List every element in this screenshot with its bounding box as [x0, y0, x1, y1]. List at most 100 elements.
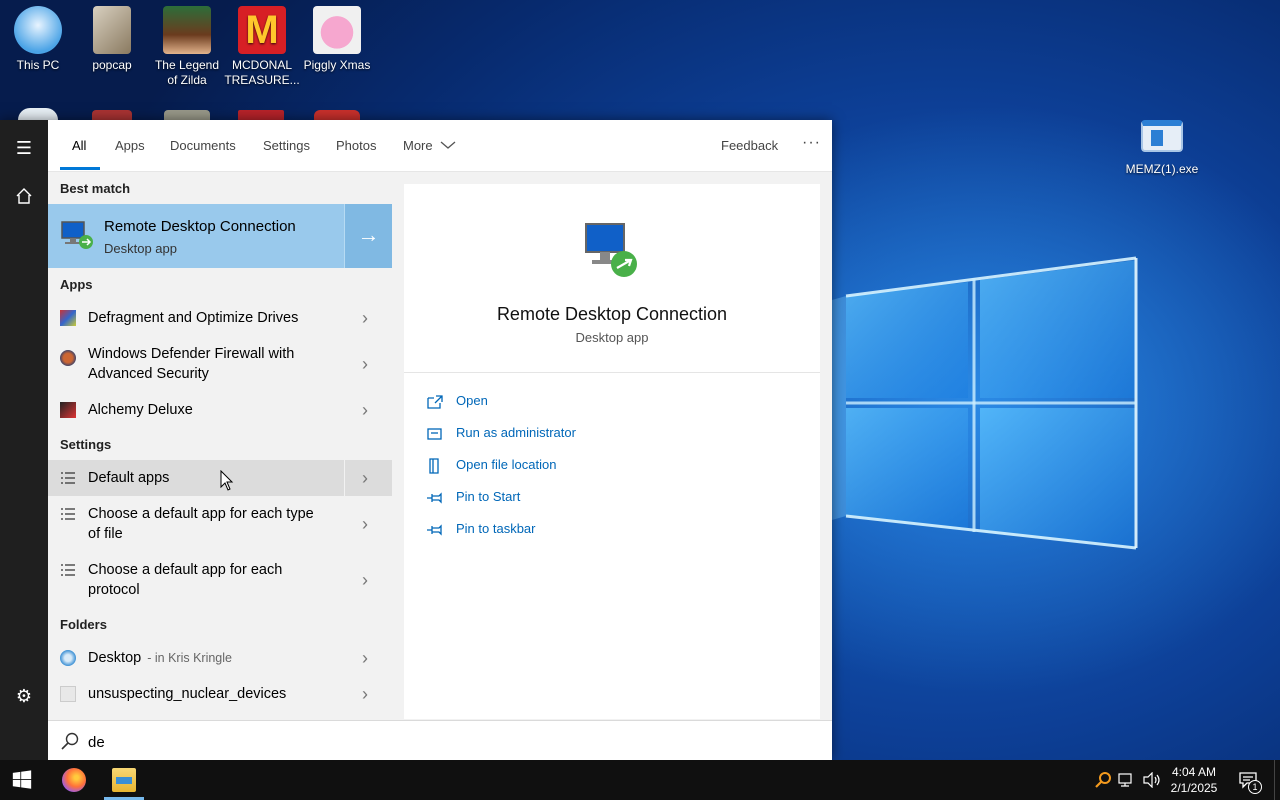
list-item-app[interactable]: Alchemy Deluxe ›	[48, 392, 392, 428]
open-icon	[427, 395, 443, 409]
file-explorer-icon[interactable]	[112, 768, 136, 792]
chevron-right-icon[interactable]: ›	[362, 570, 376, 590]
file-location-icon	[429, 458, 439, 474]
best-match-title: Remote Desktop Connection	[104, 218, 296, 235]
clock-date: 2/1/2025	[1170, 781, 1218, 795]
hamburger-menu-icon[interactable]: ☰	[12, 136, 36, 160]
remote-desktop-large-icon	[585, 223, 637, 277]
start-left-rail: ☰ ⚙	[0, 120, 48, 760]
list-settings-icon	[60, 506, 76, 522]
chevron-right-icon[interactable]: ›	[362, 684, 376, 704]
home-icon[interactable]	[12, 184, 36, 208]
popcap-folder-icon	[93, 6, 131, 54]
desktop-icon-popcap[interactable]: popcap	[74, 6, 150, 73]
search-input[interactable]	[88, 731, 688, 753]
search-tabs-bar: All Apps Documents Settings Photos More …	[48, 120, 832, 172]
section-best-match: Best match	[60, 181, 131, 196]
desktop-icon-partial	[238, 110, 284, 120]
mouse-pointer-icon	[220, 470, 234, 491]
best-match-subtitle: Desktop app	[104, 241, 177, 256]
desktop-icon-piggly-xmas[interactable]: Piggly Xmas	[299, 6, 375, 73]
taskbar: 4:04 AM 2/1/2025 1	[0, 760, 1280, 800]
this-pc-icon	[14, 6, 62, 54]
desktop-folder-icon	[60, 650, 76, 666]
more-options-icon[interactable]: ···	[802, 134, 821, 152]
list-item-app[interactable]: Windows Defender Firewall with Advanced …	[48, 338, 392, 392]
desktop-icon-label: Piggly Xmas	[303, 58, 371, 72]
open-arrow-icon[interactable]: →	[344, 204, 392, 268]
preview-subtitle: Desktop app	[575, 330, 649, 345]
chevron-down-icon	[440, 141, 456, 149]
section-apps: Apps	[60, 277, 93, 292]
network-icon[interactable]	[1118, 772, 1136, 788]
desktop-icon-this-pc[interactable]: This PC	[0, 6, 76, 73]
chevron-right-icon[interactable]: ›	[362, 468, 376, 488]
action-center-button[interactable]: 1	[1236, 768, 1262, 794]
tab-apps[interactable]: Apps	[115, 138, 145, 153]
search-box[interactable]	[48, 720, 832, 760]
action-label: Pin to taskbar	[456, 521, 536, 536]
remote-desktop-icon	[61, 221, 93, 249]
preview-pane: Remote Desktop Connection Desktop app Op…	[404, 184, 820, 719]
list-settings-icon	[60, 470, 76, 486]
best-match-item[interactable]: Remote Desktop Connection Desktop app →	[48, 204, 392, 268]
desktop-icon-partial	[92, 110, 132, 120]
desktop-icon-legend-of-zilda[interactable]: The Legend of Zilda	[149, 6, 225, 88]
show-desktop-button[interactable]	[1274, 760, 1280, 800]
pig-icon	[313, 6, 361, 54]
feedback-link[interactable]: Feedback	[721, 138, 778, 153]
chevron-right-icon[interactable]: ›	[362, 514, 376, 534]
setting-name: Choose a default app for each	[88, 562, 283, 578]
desktop-icon-label: popcap	[92, 58, 132, 72]
desktop-icon-label: MCDONAL TREASURE...	[224, 58, 300, 87]
action-label: Run as administrator	[456, 425, 576, 440]
section-settings: Settings	[60, 437, 112, 452]
list-item-setting[interactable]: Choose a default app for each protocol ›	[48, 554, 392, 610]
desktop-icon-memz[interactable]: MEMZ(1).exe	[1124, 116, 1200, 177]
tab-more-label: More	[403, 138, 433, 153]
action-label: Open	[456, 393, 488, 408]
list-settings-icon	[60, 562, 76, 578]
desktop-icon-partial	[314, 110, 360, 120]
folder-icon	[60, 686, 76, 702]
desktop-icon-label: MEMZ(1).exe	[1125, 162, 1199, 176]
pin-icon	[427, 524, 442, 536]
chevron-right-icon[interactable]: ›	[362, 648, 376, 668]
game-icon	[163, 6, 211, 54]
chevron-right-icon[interactable]: ›	[362, 400, 376, 420]
tab-more[interactable]: More	[403, 138, 456, 153]
folder-name: Desktop	[88, 650, 142, 666]
search-tray-icon[interactable]	[1094, 771, 1112, 789]
clock-time: 4:04 AM	[1171, 765, 1217, 779]
clock[interactable]: 4:04 AM 2/1/2025	[1164, 764, 1224, 796]
divider	[404, 372, 820, 373]
desktop-icon-partial	[18, 108, 58, 120]
desktop-icon-mcdonal-treasure[interactable]: M MCDONAL TREASURE...	[224, 6, 300, 88]
list-item-app[interactable]: Defragment and Optimize Drives ›	[48, 298, 392, 338]
folder-location: - in Kris Kringle	[147, 651, 232, 665]
settings-gear-icon[interactable]: ⚙	[12, 684, 36, 708]
app-name-continued: Advanced Security	[88, 366, 209, 382]
notification-badge: 1	[1248, 780, 1262, 794]
alchemy-icon	[60, 402, 76, 418]
tab-all[interactable]: All	[72, 138, 86, 153]
setting-name-continued: protocol	[88, 582, 140, 598]
chevron-right-icon[interactable]: ›	[362, 354, 376, 374]
tab-photos[interactable]: Photos	[336, 138, 376, 153]
list-item-setting[interactable]: Choose a default app for each type of fi…	[48, 498, 392, 554]
app-name: Windows Defender Firewall with	[88, 346, 295, 362]
chevron-right-icon[interactable]: ›	[362, 308, 376, 328]
preview-title: Remote Desktop Connection	[496, 304, 728, 324]
setting-name: Choose a default app for each type	[88, 506, 314, 522]
volume-icon[interactable]	[1142, 772, 1162, 788]
start-search-panel: ☰ ⚙ All Apps Documents Settings Photos M…	[0, 120, 832, 760]
folder-name-line: Desktop - in Kris Kringle	[88, 648, 232, 668]
list-item-folder[interactable]: Desktop - in Kris Kringle ›	[48, 640, 392, 676]
tab-documents[interactable]: Documents	[170, 138, 236, 153]
windows-start-icon[interactable]	[12, 770, 32, 790]
tab-settings[interactable]: Settings	[263, 138, 310, 153]
firefox-icon[interactable]	[62, 768, 86, 792]
active-tab-indicator	[60, 167, 100, 170]
desktop-icon-label: This PC	[16, 58, 60, 72]
list-item-folder[interactable]: unsuspecting_nuclear_devices ›	[48, 676, 392, 712]
